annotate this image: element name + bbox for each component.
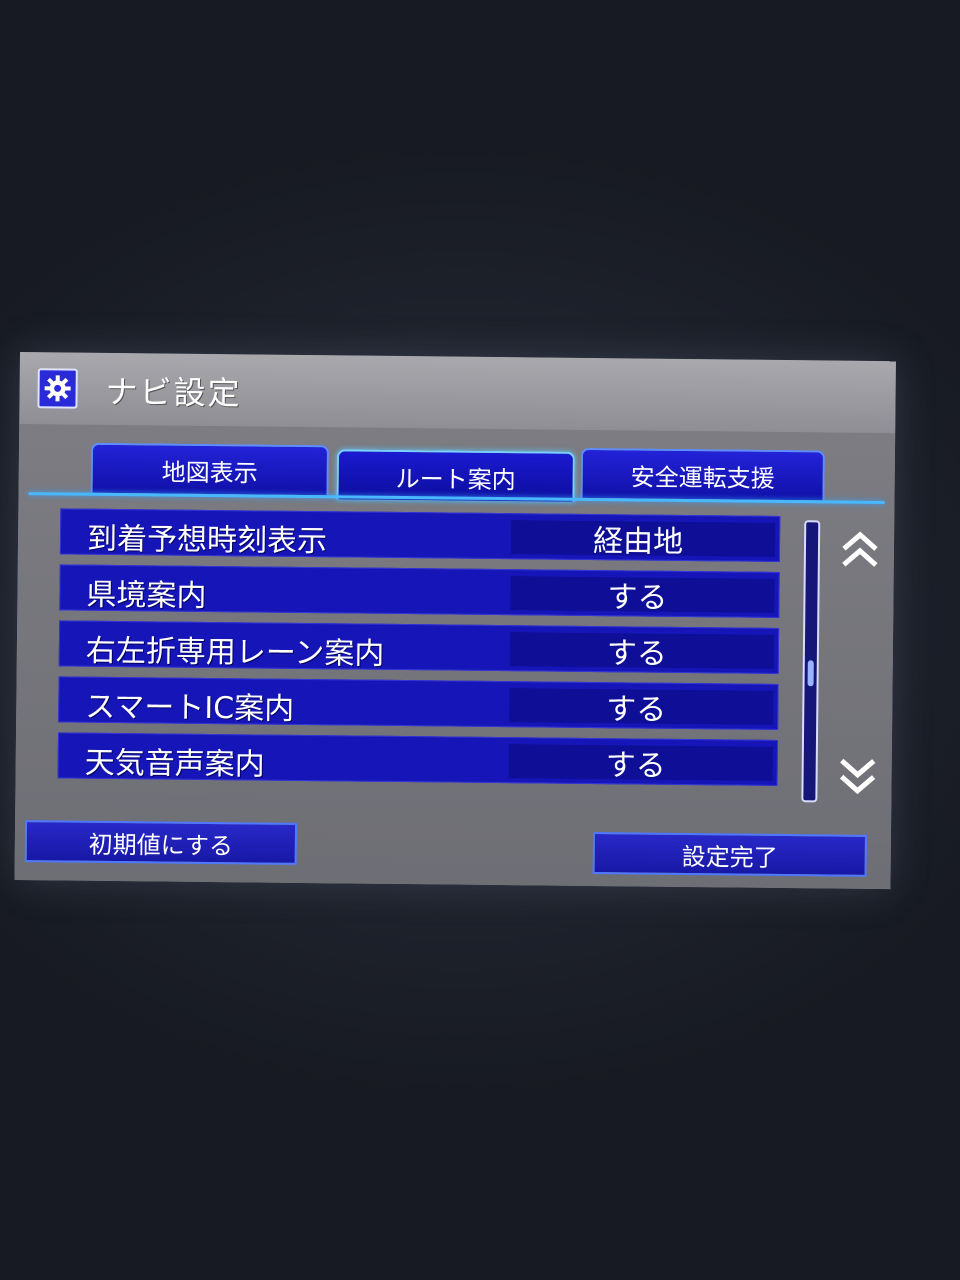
setting-row-arrival-time[interactable]: 到着予想時刻表示 経由地 (59, 508, 781, 562)
scrollbar[interactable] (801, 520, 821, 803)
setting-value[interactable]: する (509, 632, 775, 672)
page-title: ナビ設定 (105, 372, 242, 413)
reset-defaults-button[interactable]: 初期値にする (24, 820, 298, 865)
gear-icon (37, 368, 78, 409)
tab-route-guidance[interactable]: ルート案内 (336, 449, 575, 502)
setting-label: 右左折専用レーン案内 (85, 633, 385, 672)
navi-settings-screen: ナビ設定 地図表示 ルート案内 安全運転支援 到着予想時刻表示 経由地 県境案内… (14, 352, 896, 890)
setting-value[interactable]: 経由地 (510, 520, 776, 560)
finish-settings-button[interactable]: 設定完了 (592, 832, 867, 877)
setting-label: スマートIC案内 (85, 689, 295, 727)
tab-safe-driving-support[interactable]: 安全運転支援 (580, 447, 826, 501)
double-chevron-down-icon[interactable] (835, 753, 879, 797)
setting-label: 県境案内 (86, 577, 207, 614)
tab-map-display[interactable]: 地図表示 (90, 442, 330, 496)
settings-content: 地図表示 ルート案内 安全運転支援 到着予想時刻表示 経由地 県境案内 する 右… (14, 423, 896, 890)
setting-label: 天気音声案内 (84, 745, 265, 783)
title-bar: ナビ設定 (19, 352, 896, 434)
double-chevron-up-icon[interactable] (838, 529, 882, 573)
setting-row-smart-ic[interactable]: スマートIC案内 する (58, 676, 779, 730)
setting-value[interactable]: する (510, 576, 775, 616)
setting-value[interactable]: する (509, 688, 774, 728)
scroll-thumb[interactable] (807, 660, 814, 687)
setting-value[interactable]: する (508, 744, 773, 784)
setting-row-prefecture-border[interactable]: 県境案内 する (59, 564, 780, 618)
setting-label: 到着予想時刻表示 (86, 521, 328, 560)
setting-row-weather-voice[interactable]: 天気音声案内 する (57, 732, 778, 786)
setting-row-turn-lane[interactable]: 右左折専用レーン案内 する (58, 620, 780, 674)
